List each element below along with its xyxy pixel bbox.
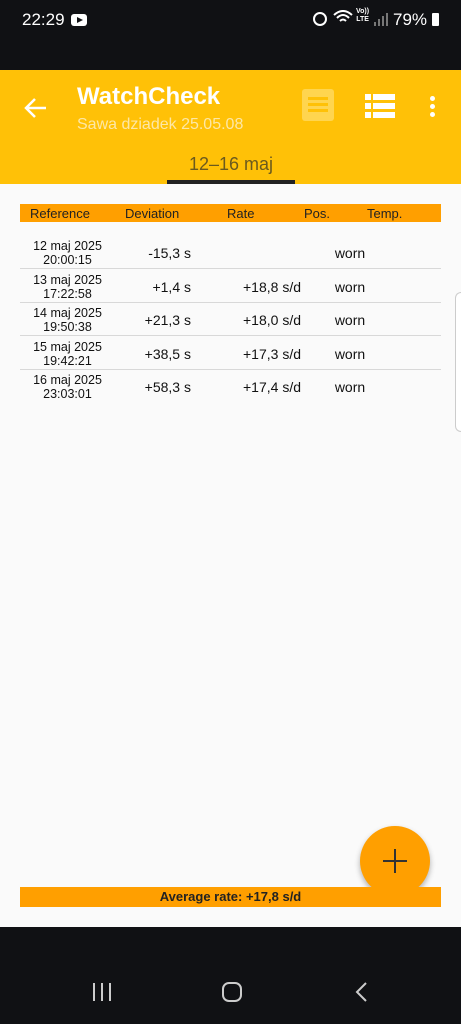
reference-cell: 12 maj 2025 20:00:15 — [20, 239, 115, 267]
position-cell: worn — [334, 312, 366, 328]
back-arrow-icon[interactable] — [22, 94, 50, 122]
table-row[interactable]: 13 maj 2025 17:22:58 +1,4 s +18,8 s/d wo… — [20, 270, 441, 303]
reference-date: 14 maj 2025 — [33, 306, 102, 320]
reference-cell: 14 maj 2025 19:50:38 — [20, 306, 115, 334]
tab-period[interactable]: 12–16 maj — [167, 150, 295, 184]
more-vert-icon[interactable] — [429, 96, 435, 118]
column-deviation: Deviation — [125, 206, 180, 221]
table-header: Reference Deviation Rate Pos. Temp. — [20, 204, 441, 222]
list-view-icon[interactable] — [365, 94, 395, 118]
watch-name: Sawa dziadek 25.05.08 — [77, 116, 244, 133]
battery-icon — [432, 13, 439, 26]
position-cell: worn — [334, 346, 366, 362]
status-bar: 22:29 Vo)) LTE 79% — [0, 0, 461, 70]
signal-icon — [374, 13, 388, 26]
reference-cell: 13 maj 2025 17:22:58 — [20, 273, 115, 301]
column-reference: Reference — [30, 206, 90, 221]
volte-bottom: LTE — [356, 16, 369, 23]
status-time: 22:29 — [22, 10, 65, 29]
reference-time: 23:03:01 — [43, 387, 92, 401]
app-title: WatchCheck — [77, 83, 221, 110]
reference-time: 19:50:38 — [43, 320, 92, 334]
rate-cell: +18,0 s/d — [243, 312, 301, 328]
reference-date: 13 maj 2025 — [33, 273, 102, 287]
table-row[interactable]: 12 maj 2025 20:00:15 -15,3 s worn — [20, 236, 441, 269]
reference-date: 16 maj 2025 — [33, 373, 102, 387]
table-row[interactable]: 15 maj 2025 19:42:21 +38,5 s +17,3 s/d w… — [20, 337, 441, 370]
average-rate: Average rate: +17,8 s/d — [20, 887, 441, 907]
position-cell: worn — [334, 245, 366, 261]
column-rate: Rate — [227, 206, 255, 221]
alarm-icon — [313, 12, 327, 26]
deviation-cell: +58,3 s — [144, 379, 191, 395]
deviation-cell: +21,3 s — [144, 312, 191, 328]
table-row[interactable]: 14 maj 2025 19:50:38 +21,3 s +18,0 s/d w… — [20, 303, 441, 336]
volte-indicator: Vo)) LTE — [356, 8, 369, 24]
add-icon[interactable] — [360, 826, 430, 896]
content-area: Reference Deviation Rate Pos. Temp. 12 m… — [0, 184, 461, 927]
reference-time: 17:22:58 — [43, 287, 92, 301]
system-nav-bar — [0, 927, 461, 1024]
rate-cell: +17,4 s/d — [243, 379, 301, 395]
column-temperature: Temp. — [367, 206, 403, 221]
nav-back-icon[interactable] — [354, 982, 368, 1002]
column-position: Pos. — [304, 206, 331, 221]
reference-date: 12 maj 2025 — [33, 239, 102, 253]
deviation-cell: +1,4 s — [152, 279, 191, 295]
youtube-icon — [71, 14, 87, 26]
position-cell: worn — [334, 279, 366, 295]
reference-time: 20:00:15 — [43, 253, 92, 267]
rate-cell: +18,8 s/d — [243, 279, 301, 295]
reference-time: 19:42:21 — [43, 354, 92, 368]
reference-cell: 15 maj 2025 19:42:21 — [20, 340, 115, 368]
deviation-cell: -15,3 s — [148, 245, 191, 261]
deviation-cell: +38,5 s — [144, 346, 191, 362]
table-row[interactable]: 16 maj 2025 23:03:01 +58,3 s +17,4 s/d w… — [20, 370, 441, 403]
position-cell: worn — [334, 379, 366, 395]
home-icon[interactable] — [222, 982, 242, 1002]
edge-panel-handle[interactable] — [455, 292, 461, 432]
app-bar: WatchCheck Sawa dziadek 25.05.08 12–16 m… — [0, 70, 461, 184]
rate-cell: +17,3 s/d — [243, 346, 301, 362]
recents-icon[interactable] — [93, 983, 113, 1001]
reference-cell: 16 maj 2025 23:03:01 — [20, 373, 115, 401]
battery-percent: 79% — [393, 10, 428, 29]
chart-view-icon[interactable] — [302, 89, 334, 121]
reference-date: 15 maj 2025 — [33, 340, 102, 354]
wifi-icon — [333, 10, 353, 22]
volte-top: Vo)) — [356, 8, 370, 15]
